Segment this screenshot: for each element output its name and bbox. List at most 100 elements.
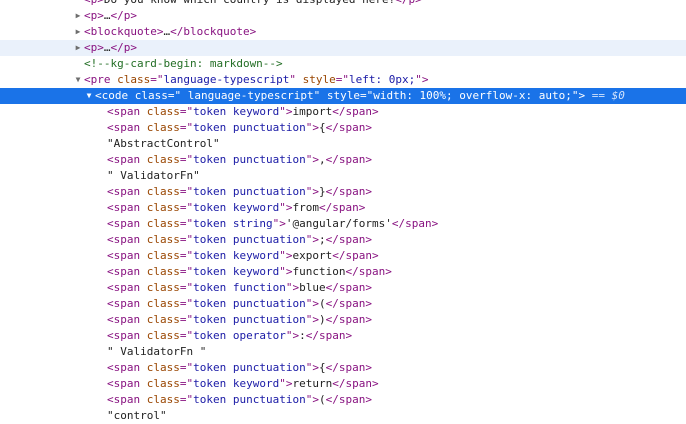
text-node: { <box>318 121 326 134</box>
dom-node-row[interactable]: <span class="token keyword">export</span… <box>0 248 686 264</box>
tag-name: </span> <box>332 105 379 118</box>
tag-name: <blockquote> <box>84 25 164 38</box>
text-node: ( <box>318 393 326 406</box>
dom-node-markup: <span class="token keyword">return</span… <box>107 376 379 392</box>
dom-node-row[interactable]: ▶ <p>…</p> <box>0 8 686 24</box>
dom-node-row[interactable]: <span class="token punctuation">,</span> <box>0 152 686 168</box>
dom-node-row[interactable]: <span class="token punctuation">;</span> <box>0 232 686 248</box>
dom-node-markup: <span class="token punctuation">{</span> <box>107 360 372 376</box>
attribute-name: style <box>326 89 360 102</box>
tag-name: </p> <box>395 0 422 6</box>
dom-node-row[interactable]: "AbstractControl" <box>0 136 686 152</box>
dom-node-row[interactable]: <span class="token keyword">import</span… <box>0 104 686 120</box>
dom-node-row[interactable]: " ValidatorFn" <box>0 168 686 184</box>
dom-node-row[interactable]: <p>Do you know which country is displaye… <box>0 0 686 8</box>
tag-punctuation: "> <box>279 249 293 262</box>
comment-node: <!--kg-card-begin: markdown--> <box>84 57 283 70</box>
expand-triangle-icon[interactable]: ▼ <box>84 88 94 104</box>
selected-element-marker: == $0 <box>585 89 625 102</box>
tag-punctuation: =" <box>179 281 194 294</box>
tag-name: </blockquote> <box>170 25 257 38</box>
attribute-value: token punctuation <box>193 297 306 310</box>
text-node: return <box>292 377 333 390</box>
attribute-name: class <box>146 121 180 134</box>
text-node: … <box>103 41 111 54</box>
dom-node-markup: <span class="token function">blue</span> <box>107 280 372 296</box>
tag-name: <p> <box>84 0 104 6</box>
dom-node-row[interactable]: ▶ <blockquote>…</blockquote> <box>0 24 686 40</box>
collapse-triangle-icon[interactable]: ▶ <box>73 8 83 24</box>
tag-name: <span <box>107 361 147 374</box>
attribute-name: class <box>146 393 180 406</box>
tag-name: </p> <box>110 9 138 22</box>
text-node: ) <box>318 313 326 326</box>
dom-node-markup: <span class="token punctuation">(</span> <box>107 296 372 312</box>
tag-name: <span <box>107 217 147 230</box>
tag-name: </span> <box>332 377 379 390</box>
dom-node-row[interactable]: ▶ <p>…</p> <box>0 40 686 56</box>
tag-punctuation: =" <box>179 361 194 374</box>
tag-punctuation: =" <box>335 73 349 86</box>
dom-node-row[interactable]: <span class="token function">blue</span> <box>0 280 686 296</box>
tag-name: <code <box>95 89 135 102</box>
attribute-value: token keyword <box>193 377 280 390</box>
tag-punctuation: "> <box>305 313 319 326</box>
attribute-name: class <box>146 201 180 214</box>
attribute-value: language-typescript <box>181 89 314 102</box>
dom-node-markup: <span class="token keyword">import</span… <box>107 104 379 120</box>
dom-node-markup: <p>Do you know which country is displaye… <box>84 0 422 8</box>
dom-node-row[interactable]: <span class="token punctuation">{</span> <box>0 120 686 136</box>
dom-node-row[interactable]: <span class="token keyword">from</span> <box>0 200 686 216</box>
dom-node-row[interactable]: "control" <box>0 408 686 424</box>
tag-punctuation: =" <box>179 185 194 198</box>
dom-node-row-selected[interactable]: ▼ <code class=" language-typescript" styl… <box>0 88 686 104</box>
tag-punctuation: "> <box>571 89 586 102</box>
attribute-name: class <box>146 249 180 262</box>
dom-node-row[interactable]: <span class="token punctuation">)</span> <box>0 312 686 328</box>
dom-node-row[interactable]: <span class="token punctuation">}</span> <box>0 184 686 200</box>
tag-punctuation: =" <box>179 153 194 166</box>
text-node: function <box>292 265 346 278</box>
dom-node-row[interactable]: <span class="token string">'@angular/for… <box>0 216 686 232</box>
attribute-value: left: 0px; <box>348 73 416 86</box>
text-node: ; <box>318 233 326 246</box>
tag-name: <span <box>107 297 147 310</box>
dom-node-markup: <span class="token punctuation">)</span> <box>107 312 372 328</box>
elements-dom-tree[interactable]: <p>Do you know which country is displaye… <box>0 0 686 422</box>
tag-punctuation: " <box>313 89 327 102</box>
tag-name: <span <box>107 121 147 134</box>
dom-node-row[interactable]: <!--kg-card-begin: markdown--> <box>0 56 686 72</box>
text-node: Do you know which country is displayed h… <box>104 0 395 6</box>
attribute-name: class <box>146 233 180 246</box>
expand-triangle-icon[interactable]: ▼ <box>73 72 83 88</box>
tag-punctuation: =" <box>179 217 194 230</box>
attribute-name: class <box>146 297 180 310</box>
dom-node-row[interactable]: <span class="token punctuation">{</span> <box>0 360 686 376</box>
tag-punctuation: "> <box>305 361 319 374</box>
attribute-name: class <box>146 153 180 166</box>
tag-punctuation: =" <box>179 233 194 246</box>
tag-name: <span <box>107 105 147 118</box>
attribute-value: token keyword <box>193 265 280 278</box>
collapse-triangle-icon[interactable]: ▶ <box>73 24 83 40</box>
tag-punctuation: =" <box>150 73 164 86</box>
tag-punctuation: =" <box>179 393 194 406</box>
dom-node-row[interactable]: <span class="token punctuation">(</span> <box>0 392 686 408</box>
attribute-name: class <box>146 377 180 390</box>
tag-name: <span <box>107 377 147 390</box>
dom-node-row[interactable]: <span class="token operator">:</span> <box>0 328 686 344</box>
tag-punctuation: "> <box>272 217 286 230</box>
tag-name: </span> <box>325 313 372 326</box>
collapse-triangle-icon[interactable]: ▶ <box>73 40 83 56</box>
tag-name: </span> <box>332 249 379 262</box>
dom-node-row[interactable]: <span class="token keyword">return</span… <box>0 376 686 392</box>
attribute-value: token operator <box>193 329 286 342</box>
dom-node-row[interactable]: <span class="token keyword">function</sp… <box>0 264 686 280</box>
dom-node-row[interactable]: ▼ <pre class="language-typescript" style=… <box>0 72 686 88</box>
tag-name: </span> <box>325 361 372 374</box>
attribute-value: token punctuation <box>193 361 306 374</box>
attribute-name: class <box>146 313 180 326</box>
dom-node-row[interactable]: " ValidatorFn " <box>0 344 686 360</box>
dom-node-row[interactable]: <span class="token punctuation">(</span> <box>0 296 686 312</box>
dom-node-markup: <span class="token keyword">from</span> <box>107 200 365 216</box>
